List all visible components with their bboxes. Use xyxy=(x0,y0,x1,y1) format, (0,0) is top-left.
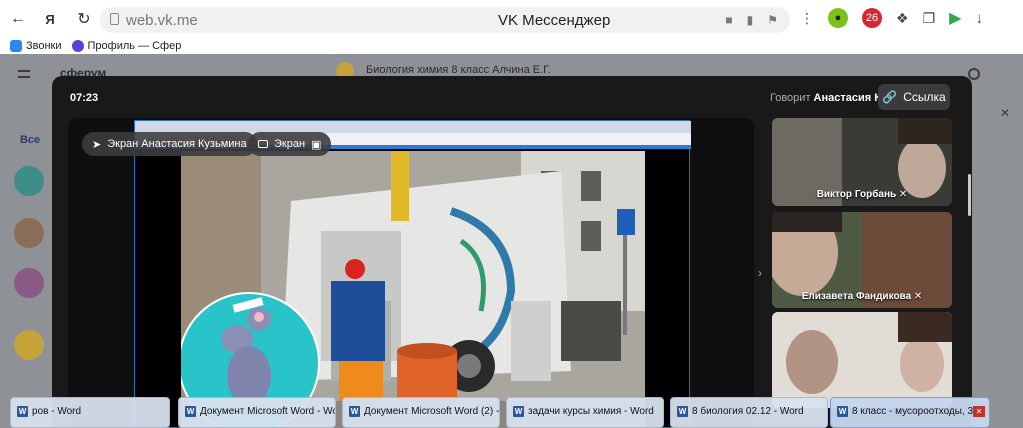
close-icon[interactable]: ✕ xyxy=(1000,106,1010,120)
lock-icon xyxy=(110,13,119,25)
taskbar-item[interactable]: W задачи курсы химия - Word xyxy=(506,397,664,428)
menu-dots-icon[interactable]: ⋮ xyxy=(800,10,814,27)
reload-icon[interactable]: ↻ xyxy=(72,7,96,31)
filter-all[interactable]: Все xyxy=(20,134,40,146)
pin-icon: ➤ xyxy=(92,138,102,151)
address-bar[interactable]: web.vk.me VK Мессенджер ■ ▮ ⚑ xyxy=(100,7,790,33)
puzzle-icon[interactable]: ❖ xyxy=(896,10,909,27)
taskbar-item[interactable]: W ров - Word xyxy=(10,397,170,428)
extension-red-badge-icon[interactable]: 26 xyxy=(862,8,882,28)
taskbar-popup: W ров - Word W Документ Microsoft Word -… xyxy=(0,393,1023,428)
screen-label: Экран xyxy=(274,138,306,150)
bookmark-zvonki[interactable]: Звонки xyxy=(10,40,62,52)
word-icon: W xyxy=(185,406,196,417)
mic-icon[interactable]: ▮ xyxy=(747,13,754,27)
vk-icon xyxy=(10,40,22,52)
participants-scrollbar[interactable] xyxy=(968,174,971,216)
chevron-right-icon[interactable]: › xyxy=(758,266,762,280)
speaking-prefix: Говорит xyxy=(770,92,811,104)
page-title: VK Мессенджер xyxy=(498,11,611,29)
call-timer: 07:23 xyxy=(70,92,99,104)
mic-muted-icon: ✕ xyxy=(913,291,923,302)
word-icon: W xyxy=(677,406,688,417)
extension-green-icon[interactable]: ● xyxy=(828,8,848,28)
word-icon: W xyxy=(837,406,848,417)
avatar[interactable] xyxy=(14,330,44,360)
yandex-icon[interactable]: Я xyxy=(38,7,62,31)
taskbar-item[interactable]: W Документ Microsoft Word (2) -... xyxy=(342,397,500,428)
call-window: 07:23 Говорит Анастасия К. 🔗 Ссылка ➤ Эк… xyxy=(52,76,972,428)
screen-owner-label: Экран Анастасия Кузьмина xyxy=(107,138,247,150)
bookmark-icon[interactable]: ⚑ xyxy=(767,13,778,27)
speaker-name: Анастасия К. xyxy=(813,92,884,104)
back-icon[interactable]: ← xyxy=(6,7,30,31)
participant-tile[interactable]: Елизавета Фандикова ✕ xyxy=(772,212,952,308)
screen-toggle-pill[interactable]: Экран ▣ xyxy=(248,132,332,156)
screen-share-area[interactable]: ➤ Экран Анастасия Кузьмина Экран ▣ xyxy=(68,118,754,428)
screen-icon xyxy=(258,140,268,148)
hamburger-icon[interactable] xyxy=(18,70,30,78)
collections-icon[interactable]: ❐ xyxy=(923,10,936,27)
copy-link-label: Ссылка xyxy=(903,90,946,104)
play-icon[interactable]: ▶ xyxy=(949,8,961,28)
screen-owner-pill[interactable]: ➤ Экран Анастасия Кузьмина xyxy=(82,132,257,156)
avatar[interactable] xyxy=(14,166,44,196)
video-camera-icon: ▣ xyxy=(311,138,322,151)
avatar[interactable] xyxy=(14,268,44,298)
word-icon: W xyxy=(349,406,360,417)
shared-screen xyxy=(134,120,691,428)
link-icon: 🔗 xyxy=(882,90,898,104)
participant-name: Виктор Горбань ✕ xyxy=(816,189,908,200)
url-text: web.vk.me xyxy=(126,11,198,29)
word-icon: W xyxy=(513,406,524,417)
download-icon[interactable]: ↓ xyxy=(975,10,983,27)
avatar[interactable] xyxy=(14,218,44,248)
camera-icon[interactable]: ■ xyxy=(725,13,732,27)
participant-tile[interactable]: Виктор Горбань ✕ xyxy=(772,118,952,206)
garbage-truck-scene xyxy=(181,151,645,428)
bookmarks-bar: Звонки Профиль — Сфер xyxy=(0,38,1023,54)
chat-title: Биология химия 8 класс Алчина Е.Г. xyxy=(366,64,551,76)
bookmark-label: Звонки xyxy=(26,40,62,52)
search-icon[interactable] xyxy=(968,68,980,80)
browser-toolbar: ← Я ↻ web.vk.me VK Мессенджер ■ ▮ ⚑ ⋮ ● … xyxy=(0,0,1023,38)
word-icon: W xyxy=(17,406,28,417)
close-icon[interactable]: ✕ xyxy=(973,406,985,417)
screen-root: ← Я ↻ web.vk.me VK Мессенджер ■ ▮ ⚑ ⋮ ● … xyxy=(0,0,1023,428)
taskbar-item[interactable]: W Документ Microsoft Word - Wo... xyxy=(178,397,336,428)
participant-name: Елизавета Фандикова ✕ xyxy=(801,291,923,302)
speaker-indicator: Говорит Анастасия К. xyxy=(770,92,884,104)
copy-link-button[interactable]: 🔗 Ссылка xyxy=(878,84,950,110)
shared-video xyxy=(181,151,645,428)
taskbar-item[interactable]: W 8 биология 02.12 - Word xyxy=(670,397,828,428)
extension-bar: ⋮ ● 26 ❖ ❐ ▶ ↓ xyxy=(800,8,983,28)
bookmark-profile[interactable]: Профиль — Сфер xyxy=(71,40,182,52)
mic-muted-icon: ✕ xyxy=(898,189,908,200)
taskbar-item-active[interactable]: W 8 класс - мусороотходы, 3... ✕ xyxy=(830,397,990,428)
sferum-icon xyxy=(71,40,84,52)
bookmark-label: Профиль — Сфер xyxy=(87,40,182,52)
